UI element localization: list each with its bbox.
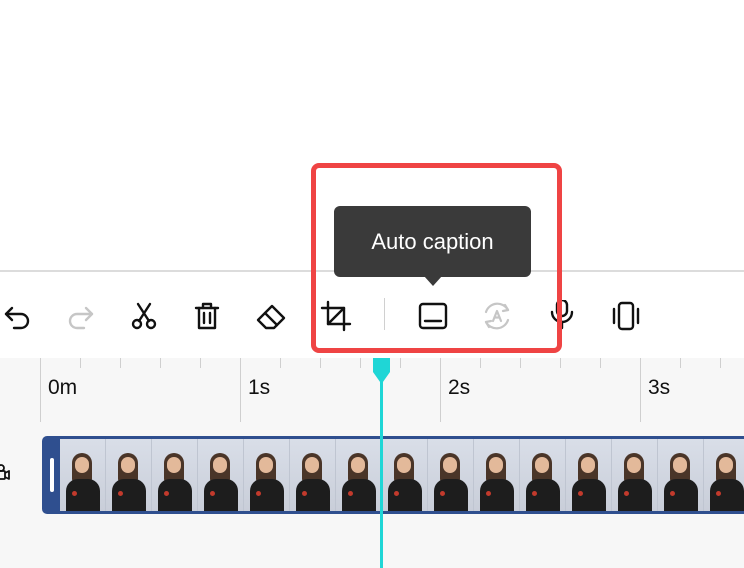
- clip-thumbnail: [474, 439, 520, 511]
- clip-thumbnail: [336, 439, 382, 511]
- auto-caption-tooltip: Auto caption: [334, 206, 531, 277]
- playhead-handle[interactable]: [373, 358, 390, 384]
- ruler-major-tick: [440, 358, 441, 422]
- clip-thumbnail: [244, 439, 290, 511]
- ruler-minor-tick: [680, 358, 681, 368]
- clip-thumbnail: [428, 439, 474, 511]
- redo-button[interactable]: [60, 296, 100, 336]
- clip-thumbnail: [382, 439, 428, 511]
- ruler-minor-tick: [600, 358, 601, 368]
- ruler-label-0m: 0m: [48, 376, 78, 399]
- ruler-major-tick: [40, 358, 41, 422]
- ruler-label-2s: 2s: [448, 376, 471, 399]
- tooltip-arrow: [424, 276, 442, 286]
- ruler-label-3s: 3s: [648, 376, 671, 399]
- eraser-icon: [256, 304, 286, 330]
- trash-icon: [194, 302, 220, 330]
- ruler-minor-tick: [560, 358, 561, 368]
- delete-button[interactable]: [187, 296, 227, 336]
- ruler-minor-tick: [480, 358, 481, 368]
- ruler-minor-tick: [80, 358, 81, 368]
- clip-trim-handle[interactable]: [50, 458, 54, 492]
- erase-button[interactable]: [251, 296, 291, 336]
- ruler-label-1s: 1s: [248, 376, 271, 399]
- ruler-minor-tick: [160, 358, 161, 368]
- resize-button[interactable]: [606, 296, 646, 336]
- video-track-clip[interactable]: [42, 436, 744, 514]
- clip-thumbnail: [152, 439, 198, 511]
- clip-thumbnail: [198, 439, 244, 511]
- ruler-minor-tick: [720, 358, 721, 368]
- ruler-minor-tick: [280, 358, 281, 368]
- clip-thumbnail: [704, 439, 744, 511]
- ruler-minor-tick: [120, 358, 121, 368]
- ruler-major-tick: [240, 358, 241, 422]
- ruler-minor-tick: [400, 358, 401, 368]
- split-button[interactable]: [124, 296, 164, 336]
- playhead-line[interactable]: [380, 372, 383, 568]
- clip-thumbnail: [612, 439, 658, 511]
- clip-thumbnail: [290, 439, 336, 511]
- ruler-minor-tick: [200, 358, 201, 368]
- clip-thumbnail: [520, 439, 566, 511]
- ruler-minor-tick: [320, 358, 321, 368]
- clip-thumbnail: [60, 439, 106, 511]
- undo-icon: [4, 306, 30, 330]
- clip-thumbnail: [566, 439, 612, 511]
- clip-thumbnail: [106, 439, 152, 511]
- scissors-icon: [131, 302, 157, 330]
- ruler-minor-tick: [360, 358, 361, 368]
- ruler-minor-tick: [520, 358, 521, 368]
- clip-thumbnails: [60, 439, 744, 511]
- clip-thumbnail: [658, 439, 704, 511]
- phone-vibrate-icon: [612, 301, 640, 331]
- video-camera-icon: [0, 464, 10, 480]
- redo-icon: [68, 306, 94, 330]
- undo-button[interactable]: [0, 296, 38, 336]
- ruler-major-tick: [640, 358, 641, 422]
